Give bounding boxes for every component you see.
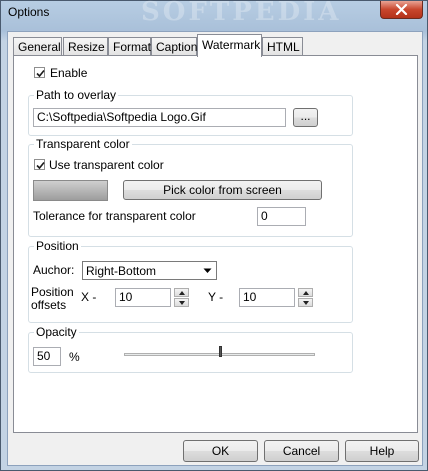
enable-label: Enable: [50, 66, 88, 80]
y-offset-input[interactable]: 10: [239, 288, 295, 307]
y-offset-spinner[interactable]: [298, 288, 313, 307]
cancel-button[interactable]: Cancel: [264, 440, 339, 462]
position-group: Position Auchor: Right-Bottom Position o…: [28, 239, 353, 323]
softpedia-watermark: SOFTPEDIA: [141, 0, 342, 27]
x-offset-label: X -: [81, 290, 97, 304]
y-offset-label: Y -: [208, 290, 224, 304]
opacity-unit: %: [69, 350, 80, 364]
arrow-up-icon: [303, 291, 309, 295]
tab-html[interactable]: HTML: [262, 37, 303, 55]
tolerance-label: Tolerance for transparent color: [33, 209, 196, 223]
help-button[interactable]: Help: [345, 440, 419, 462]
position-offsets-label-2: offsets: [31, 298, 67, 312]
anchor-value: Right-Bottom: [86, 264, 157, 278]
browse-button[interactable]: ...: [293, 108, 318, 127]
close-button[interactable]: [380, 1, 423, 19]
arrow-up-icon: [179, 291, 185, 295]
options-window: SOFTPEDIA Options General Resize Format …: [0, 0, 428, 471]
title-bar[interactable]: SOFTPEDIA Options: [1, 0, 427, 27]
path-group: Path to overlay C:\Softpedia\Softpedia L…: [28, 88, 353, 136]
overlay-path-input[interactable]: C:\Softpedia\Softpedia Logo.Gif: [33, 108, 286, 127]
arrow-down-icon: [179, 301, 185, 305]
pick-color-button[interactable]: Pick color from screen: [123, 180, 322, 200]
anchor-label: Auchor:: [33, 263, 75, 277]
tolerance-input[interactable]: 0: [257, 207, 306, 226]
x-offset-input[interactable]: 10: [115, 288, 171, 307]
transparent-color-swatch[interactable]: [33, 180, 108, 201]
chevron-down-icon: [200, 263, 215, 278]
anchor-select[interactable]: Right-Bottom: [82, 261, 217, 280]
x-offset-down-button[interactable]: [174, 298, 189, 307]
opacity-group-legend: Opacity: [34, 325, 79, 339]
opacity-input[interactable]: 50: [33, 347, 61, 366]
y-offset-down-button[interactable]: [298, 298, 313, 307]
position-offsets-label-1: Position: [31, 285, 74, 299]
ok-button[interactable]: OK: [183, 440, 258, 462]
window-title: Options: [8, 5, 50, 19]
opacity-group: Opacity 50 %: [28, 325, 353, 373]
x-offset-up-button[interactable]: [174, 288, 189, 297]
use-transparent-checkbox[interactable]: [34, 159, 45, 170]
checkmark-icon: [36, 69, 45, 78]
tab-resize[interactable]: Resize: [63, 37, 108, 55]
tab-watermark[interactable]: Watermark: [197, 34, 262, 57]
tab-format[interactable]: Format: [108, 37, 151, 55]
arrow-down-icon: [303, 301, 309, 305]
tab-general[interactable]: General: [13, 37, 62, 55]
close-icon: [395, 4, 408, 15]
checkmark-icon: [36, 161, 45, 170]
enable-checkbox[interactable]: [34, 67, 45, 78]
watermark-panel: Enable Path to overlay C:\Softpedia\Soft…: [13, 55, 418, 433]
transparent-color-group: Transparent color Use transparent color …: [28, 137, 353, 237]
opacity-slider-thumb[interactable]: [218, 346, 222, 357]
transparent-group-legend: Transparent color: [34, 137, 132, 151]
y-offset-up-button[interactable]: [298, 288, 313, 297]
x-offset-spinner[interactable]: [174, 288, 189, 307]
path-group-legend: Path to overlay: [34, 88, 119, 102]
tab-caption[interactable]: Caption: [151, 37, 197, 55]
dialog-client-area: General Resize Format Caption Watermark …: [7, 31, 423, 466]
position-group-legend: Position: [34, 239, 81, 253]
use-transparent-label: Use transparent color: [49, 158, 164, 172]
